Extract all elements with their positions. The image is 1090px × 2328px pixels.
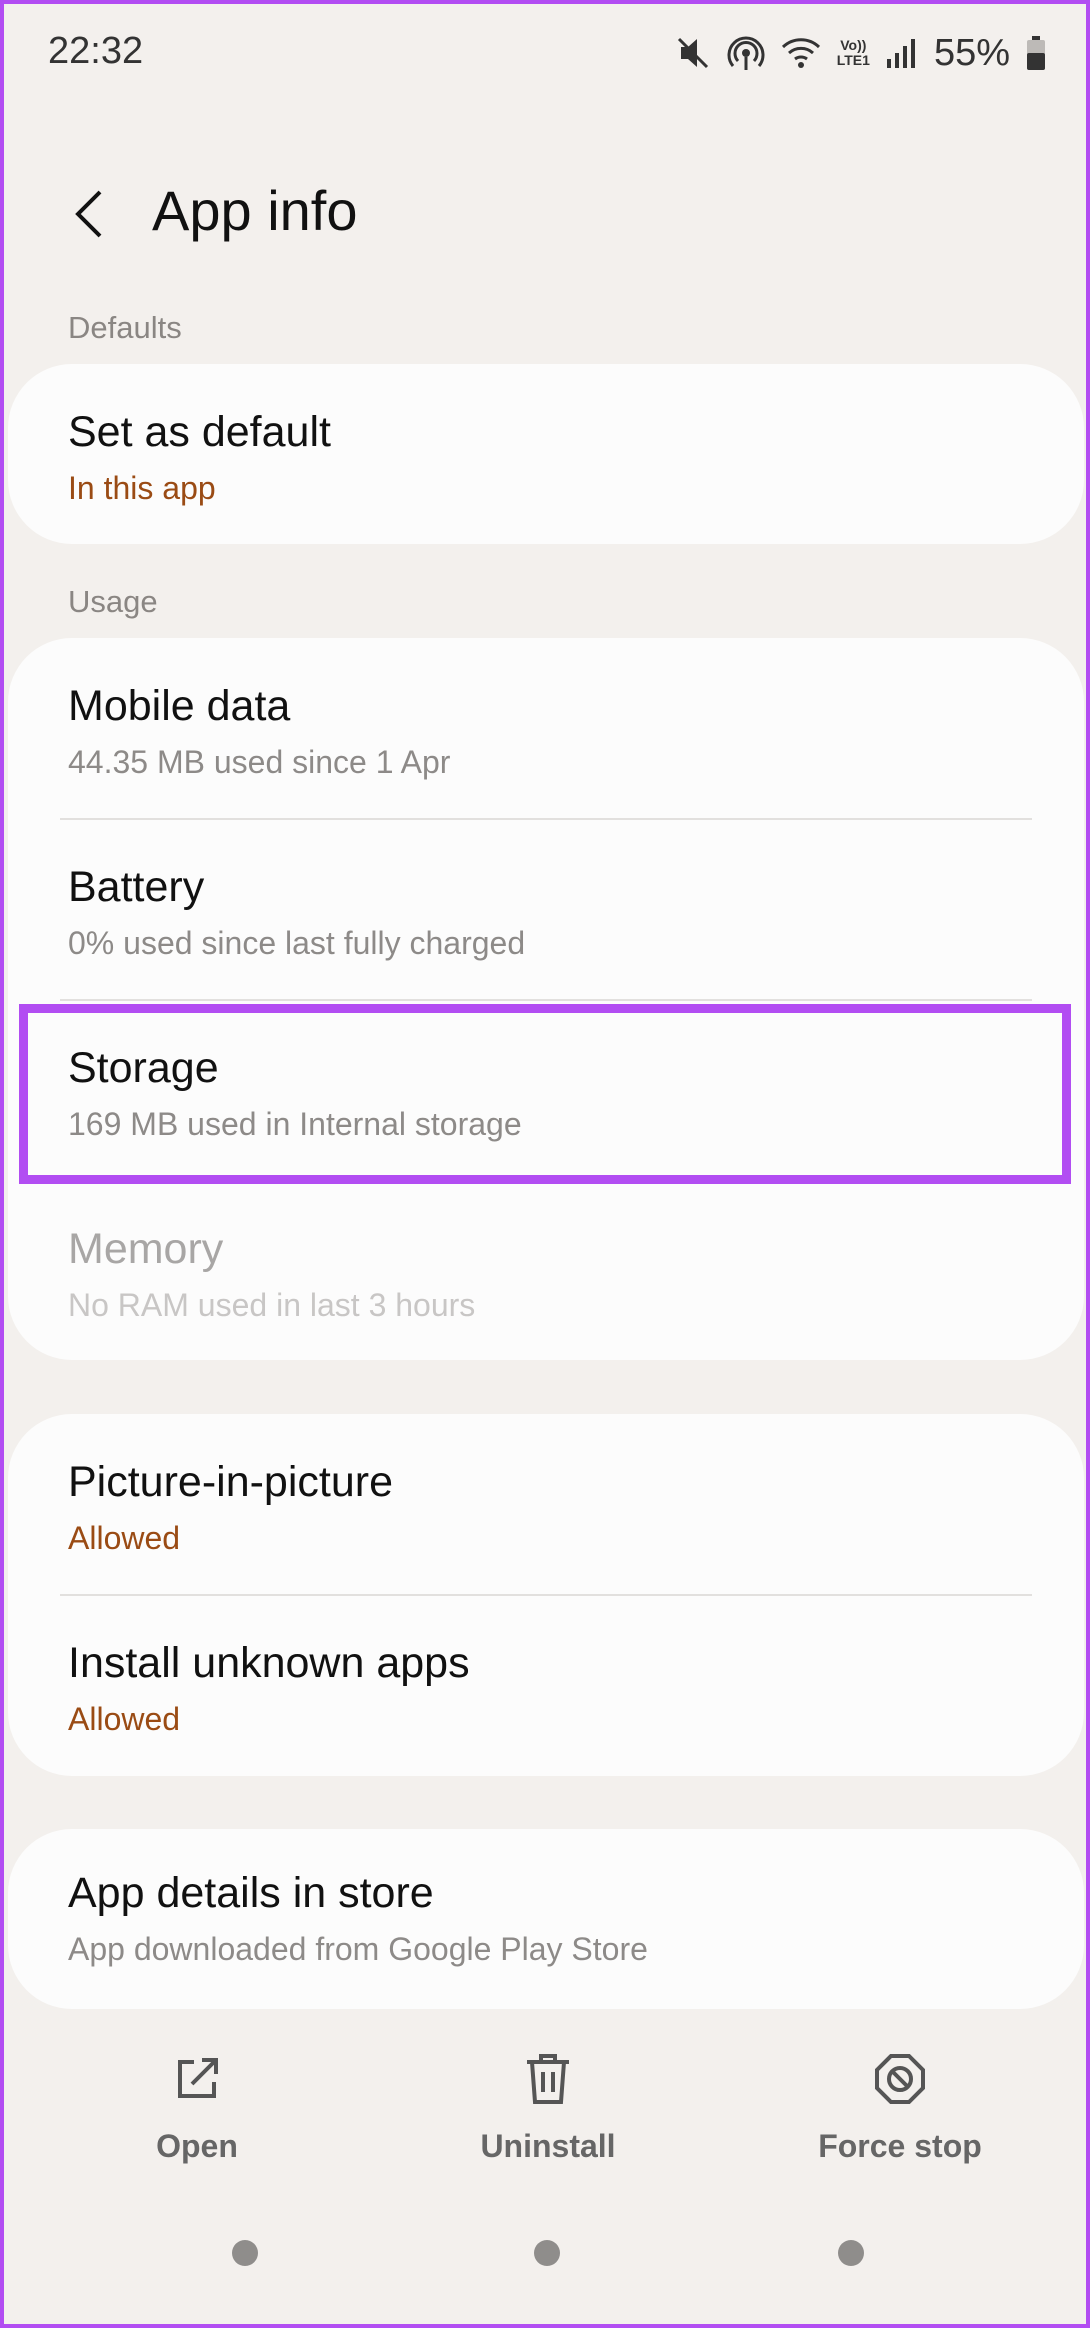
- row-title: Battery: [68, 863, 205, 911]
- row-subtitle: 44.35 MB used since 1 Apr: [68, 744, 451, 780]
- nav-recents-button[interactable]: [232, 2240, 258, 2266]
- trash-icon: [525, 2044, 571, 2114]
- row-title: Set as default: [68, 408, 331, 456]
- row-title: App details in store: [68, 1869, 434, 1917]
- signal-icon: [886, 37, 916, 69]
- row-picture-in-picture[interactable]: Picture-in-picture Allowed: [8, 1414, 1084, 1595]
- row-install-unknown-apps[interactable]: Install unknown apps Allowed: [8, 1595, 1084, 1776]
- app-bar: App info: [4, 154, 1086, 274]
- section-label-usage: Usage: [68, 584, 158, 619]
- permissions-card: Picture-in-picture Allowed Install unkno…: [8, 1414, 1084, 1776]
- usage-card: Mobile data 44.35 MB used since 1 Apr Ba…: [8, 638, 1084, 1360]
- row-title: Picture-in-picture: [68, 1458, 393, 1506]
- force-stop-icon: [874, 2044, 926, 2114]
- uninstall-label: Uninstall: [480, 2128, 616, 2164]
- wifi-icon: [781, 35, 821, 71]
- back-arrow-icon: [75, 190, 102, 238]
- open-button[interactable]: Open: [77, 2044, 317, 2184]
- row-app-details-in-store[interactable]: App details in store App downloaded from…: [8, 1829, 1084, 2009]
- volte-icon: Vo)) LTE1: [837, 38, 870, 68]
- mute-icon: [677, 35, 711, 71]
- navigation-bar: [4, 2240, 1086, 2290]
- hotspot-icon: [727, 34, 765, 72]
- store-card: App details in store App downloaded from…: [8, 1829, 1084, 2009]
- status-bar: 22:32 Vo)) LTE1 55%: [4, 4, 1086, 104]
- row-title: Mobile data: [68, 682, 291, 730]
- row-subtitle: In this app: [68, 470, 216, 506]
- uninstall-button[interactable]: Uninstall: [428, 2044, 668, 2184]
- row-title: Memory: [68, 1225, 224, 1273]
- row-subtitle: Allowed: [68, 1701, 181, 1737]
- row-battery[interactable]: Battery 0% used since last fully charged: [8, 819, 1084, 1000]
- row-memory: Memory No RAM used in last 3 hours: [8, 1181, 1084, 1360]
- battery-percent: 55%: [933, 31, 1010, 74]
- row-subtitle: 0% used since last fully charged: [68, 925, 526, 961]
- open-external-icon: [172, 2044, 222, 2114]
- row-set-as-default[interactable]: Set as default In this app: [8, 364, 1084, 544]
- force-stop-button[interactable]: Force stop: [780, 2044, 1020, 2184]
- row-mobile-data[interactable]: Mobile data 44.35 MB used since 1 Apr: [8, 638, 1084, 819]
- nav-home-button[interactable]: [534, 2240, 560, 2266]
- force-stop-label: Force stop: [818, 2128, 982, 2164]
- row-subtitle: No RAM used in last 3 hours: [68, 1287, 476, 1323]
- page-title: App info: [152, 179, 358, 242]
- open-label: Open: [156, 2128, 238, 2164]
- row-title: Install unknown apps: [68, 1639, 470, 1687]
- nav-back-button[interactable]: [838, 2240, 864, 2266]
- defaults-card: Set as default In this app: [8, 364, 1084, 544]
- volte-top-text: Vo)): [840, 37, 867, 53]
- storage-highlight-box: [19, 1004, 1071, 1184]
- status-time: 22:32: [48, 30, 144, 72]
- row-subtitle: App downloaded from Google Play Store: [68, 1931, 648, 1967]
- bottom-action-bar: Open Uninstall Force stop: [4, 2044, 1086, 2184]
- row-subtitle: Allowed: [68, 1520, 181, 1556]
- section-label-defaults: Defaults: [68, 310, 182, 345]
- status-icons: Vo)) LTE1 55%: [677, 28, 1046, 78]
- volte-bottom-text: LTE1: [836, 52, 870, 68]
- back-button[interactable]: [56, 182, 120, 246]
- battery-icon: [1026, 35, 1046, 71]
